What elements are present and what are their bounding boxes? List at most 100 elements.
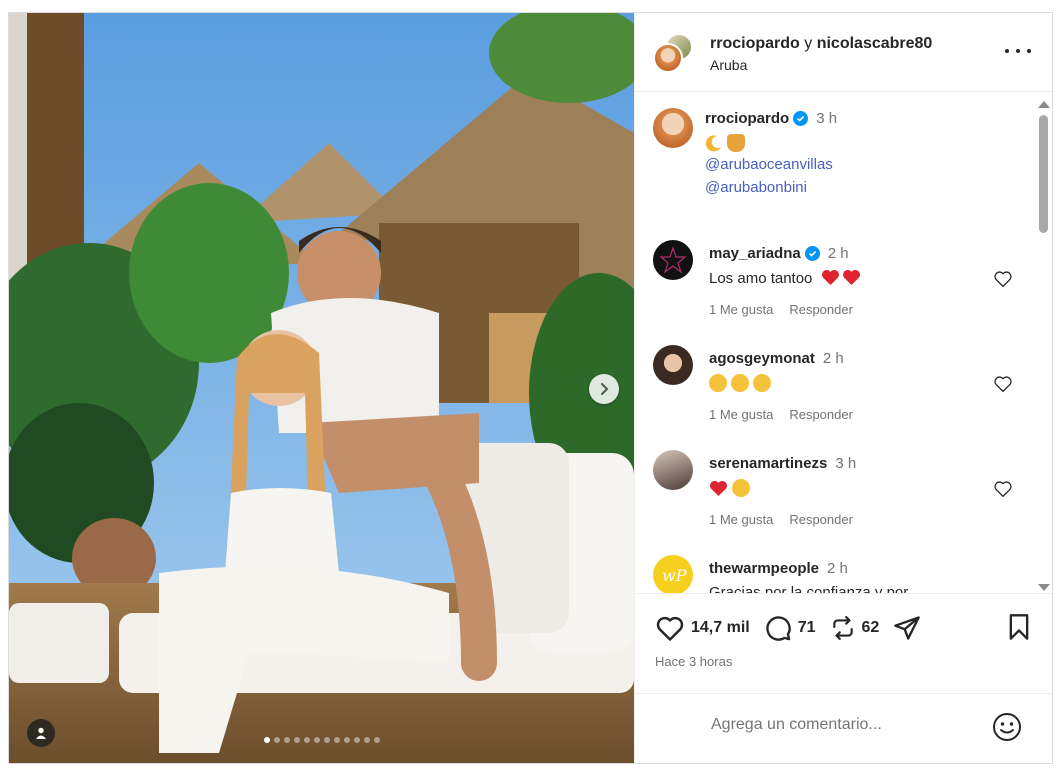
scroll-down-icon[interactable] (1038, 584, 1050, 591)
avatar[interactable]: wP (653, 555, 693, 593)
carousel-dot[interactable] (283, 737, 290, 743)
heart-outline-icon (994, 481, 1012, 498)
post-photo[interactable] (9, 13, 634, 763)
carousel-dot[interactable] (293, 737, 300, 743)
mention-link[interactable]: @arubaoceanvillas (705, 156, 833, 173)
carousel-dot[interactable] (273, 737, 280, 743)
avatar[interactable] (653, 345, 693, 385)
comment-username[interactable]: serenamartinezs (709, 455, 827, 472)
verified-badge-icon (793, 111, 809, 126)
comment-bubble-icon (766, 616, 791, 641)
carousel-dot[interactable] (323, 737, 330, 743)
author-username[interactable]: nicolascabre80 (817, 35, 933, 52)
smiley-icon (993, 713, 1021, 741)
carousel-dot[interactable] (373, 737, 380, 743)
avatar[interactable] (653, 240, 693, 280)
comment-header: thewarmpeople 2 h (709, 560, 848, 577)
comment-like-button[interactable] (993, 480, 1013, 503)
comment-username[interactable]: thewarmpeople (709, 560, 819, 577)
comment-like-button[interactable] (993, 270, 1013, 293)
reply-button[interactable]: Responder (789, 407, 853, 422)
comment-header: agosgeymonat 2 h (709, 350, 844, 367)
comment-likes[interactable]: 1 Me gusta (709, 407, 773, 422)
post-location[interactable]: Aruba (710, 57, 747, 73)
post-side-panel: rrociopardo y nicolascabre80 Aruba rroci… (634, 13, 1052, 763)
carousel-dot[interactable] (353, 737, 360, 743)
comments-scrollbar[interactable] (1035, 93, 1052, 593)
heart-outline-icon (994, 376, 1012, 393)
caption-emojis (705, 134, 749, 153)
mention-link[interactable]: @arubabonbini (705, 179, 807, 196)
save-button[interactable] (1007, 613, 1031, 646)
post-authors: rrociopardo y nicolascabre80 (710, 35, 932, 53)
heart-eyes-icon (753, 374, 771, 392)
pot-of-honey-icon (727, 134, 745, 152)
red-heart-icon (709, 480, 732, 498)
carousel-dot[interactable] (263, 737, 270, 743)
carousel-indicator (9, 737, 634, 743)
send-icon (894, 616, 921, 640)
comment-meta: 1 Me gusta Responder (709, 302, 853, 317)
caption-header: rrociopardo 3 h (705, 110, 837, 127)
comment-text: Los amo tantoo (709, 270, 813, 287)
comment-text-row: Los amo tantoo (709, 269, 861, 287)
author-username[interactable]: rrociopardo (710, 35, 800, 52)
scrollbar-thumb[interactable] (1039, 115, 1048, 233)
comment-input[interactable] (711, 716, 981, 734)
reply-button[interactable]: Responder (789, 512, 853, 527)
carousel-dot[interactable] (313, 737, 320, 743)
comment-button[interactable] (764, 614, 792, 642)
heart-eyes-icon (732, 479, 750, 497)
action-row: 14,7 mil 71 62 (655, 614, 921, 642)
comment-header: serenamartinezs 3 h (709, 455, 856, 472)
chevron-right-icon (601, 383, 609, 395)
post-dialog: rrociopardo y nicolascabre80 Aruba rroci… (8, 12, 1053, 764)
red-heart-icon (817, 269, 840, 287)
next-slide-button[interactable] (589, 374, 619, 404)
heart-outline-icon (656, 616, 684, 641)
comment-text-row (709, 374, 775, 393)
crescent-moon-icon (705, 134, 723, 152)
heart-outline-icon (994, 271, 1012, 288)
svg-text:wP: wP (662, 566, 687, 585)
like-count[interactable]: 14,7 mil (691, 619, 750, 637)
author-connector: y (804, 35, 813, 52)
comments-list[interactable]: rrociopardo 3 h @arubaoceanvillas @aruba… (635, 93, 1052, 593)
verified-badge-icon (804, 246, 820, 261)
reply-button[interactable]: Responder (789, 302, 853, 317)
comment-header: may_ariadna 2 h (709, 245, 849, 262)
avatar[interactable] (653, 108, 693, 148)
comment-count[interactable]: 71 (798, 619, 816, 637)
comment-likes[interactable]: 1 Me gusta (709, 302, 773, 317)
repost-icon (832, 616, 853, 640)
comment-text: Gracias por la confianza y por (709, 584, 909, 593)
repost-button[interactable] (830, 615, 856, 641)
red-heart-icon (840, 269, 861, 287)
carousel-dot[interactable] (333, 737, 340, 743)
collab-avatars[interactable] (653, 33, 695, 75)
like-button[interactable] (655, 615, 685, 642)
comment-like-button[interactable] (993, 375, 1013, 398)
carousel-dot[interactable] (363, 737, 370, 743)
comment-likes[interactable]: 1 Me gusta (709, 512, 773, 527)
comment-time: 2 h (827, 245, 849, 262)
scroll-up-icon[interactable] (1038, 101, 1050, 108)
add-comment-bar (635, 693, 1052, 763)
more-options-button[interactable] (1005, 41, 1031, 61)
post-header: rrociopardo y nicolascabre80 Aruba (635, 13, 1052, 92)
heart-eyes-icon (709, 374, 727, 392)
bookmark-icon (1009, 614, 1029, 640)
comment-time: 2 h (822, 350, 844, 367)
more-dot-icon (1005, 49, 1009, 53)
share-button[interactable] (893, 614, 921, 642)
avatar[interactable] (653, 450, 693, 490)
caption-username[interactable]: rrociopardo (705, 110, 789, 127)
carousel-dot[interactable] (343, 737, 350, 743)
repost-count[interactable]: 62 (862, 619, 880, 637)
avatar (653, 43, 683, 73)
post-timestamp: Hace 3 horas (655, 654, 733, 669)
emoji-picker-button[interactable] (992, 712, 1022, 747)
comment-username[interactable]: agosgeymonat (709, 350, 815, 367)
carousel-dot[interactable] (303, 737, 310, 743)
comment-username[interactable]: may_ariadna (709, 245, 801, 262)
